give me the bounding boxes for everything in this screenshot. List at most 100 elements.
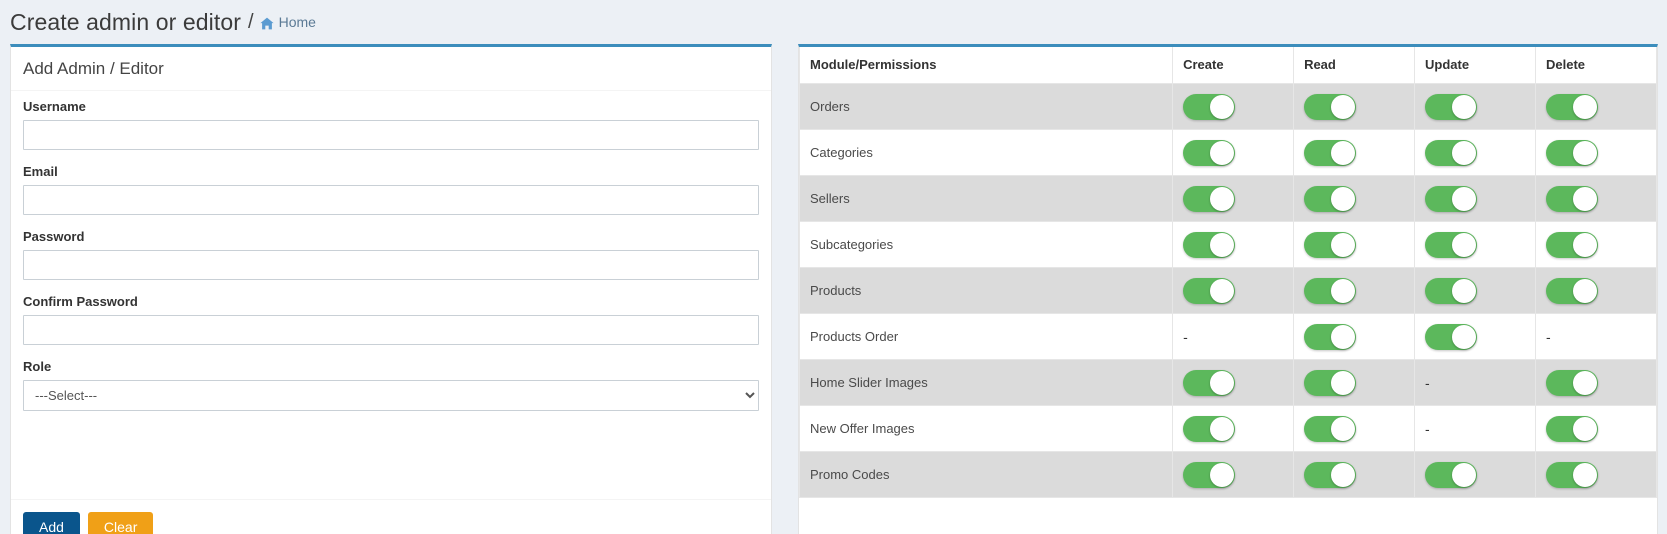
password-input[interactable] [23,250,759,280]
toggle-switch-read-on[interactable] [1304,369,1357,396]
module-name-cell: New Offer Images [798,405,1174,452]
toggle-switch-create-on[interactable] [1183,277,1236,304]
toggle-switch-update-on[interactable] [1425,139,1478,166]
table-row: Products Order - - [798,313,1657,360]
toggle-knob [1331,462,1356,487]
permission-cell-read[interactable] [1293,175,1416,222]
permission-cell-read[interactable] [1293,267,1416,314]
role-select[interactable]: ---Select--- [23,380,759,411]
toggle-switch-read-on[interactable] [1304,231,1357,258]
toggle-switch-update-on[interactable] [1425,231,1478,258]
permissions-panel: Module/Permissions Create Read Update De… [798,44,1658,534]
permission-cell-read[interactable] [1293,359,1416,406]
toggle-switch-delete-on[interactable] [1546,415,1598,442]
table-row: Subcategories [798,221,1657,268]
module-name-cell: Subcategories [798,221,1174,268]
toggle-knob [1573,232,1597,257]
permission-cell-update[interactable] [1414,221,1536,268]
permission-unavailable-dash: - [1546,328,1551,345]
permission-cell-read[interactable] [1293,83,1416,130]
permission-cell-read[interactable] [1293,221,1416,268]
breadcrumb-home-link[interactable]: Home [260,14,316,30]
permission-cell-create[interactable] [1172,451,1295,498]
toggle-switch-create-on[interactable] [1183,139,1236,166]
permission-cell-create[interactable] [1172,175,1295,222]
toggle-switch-delete-on[interactable] [1546,93,1598,120]
role-label: Role [23,359,52,374]
permission-cell-update[interactable] [1414,267,1536,314]
toggle-switch-create-on[interactable] [1183,369,1236,396]
toggle-knob [1210,462,1235,487]
home-icon [260,17,274,30]
toggle-switch-update-on[interactable] [1425,93,1478,120]
toggle-switch-update-on[interactable] [1425,461,1478,488]
toggle-switch-delete-on[interactable] [1546,461,1598,488]
permission-cell-update[interactable] [1414,129,1536,176]
module-name-cell: Home Slider Images [798,359,1174,406]
toggle-switch-create-on[interactable] [1183,185,1236,212]
toggle-switch-create-on[interactable] [1183,461,1236,488]
toggle-knob [1573,140,1597,165]
permission-cell-create[interactable] [1172,129,1295,176]
add-button[interactable]: Add [23,512,80,534]
username-input[interactable] [23,120,759,150]
table-header-row: Module/Permissions Create Read Update De… [798,47,1657,84]
permission-cell-update[interactable] [1414,313,1536,360]
toggle-knob [1210,94,1235,119]
add-admin-editor-panel: Add Admin / Editor Username Email Passwo… [10,44,772,534]
permissions-table-body: Orders Categories Sellers Subcategories Prod… [798,83,1657,498]
permission-cell-update[interactable] [1414,451,1536,498]
permission-cell-read[interactable] [1293,405,1416,452]
confirm-password-input[interactable] [23,315,759,345]
permission-cell-update[interactable] [1414,83,1536,130]
breadcrumb-separator: / [248,10,254,33]
toggle-switch-update-on[interactable] [1425,277,1478,304]
toggle-switch-read-on[interactable] [1304,323,1357,350]
toggle-knob [1331,186,1356,211]
permission-cell-read[interactable] [1293,313,1416,360]
toggle-switch-read-on[interactable] [1304,139,1357,166]
toggle-switch-update-on[interactable] [1425,185,1478,212]
toggle-knob [1331,370,1356,395]
permission-unavailable-dash: - [1425,420,1430,437]
permission-cell-create[interactable] [1172,83,1295,130]
permission-cell-create[interactable] [1172,221,1295,268]
toggle-knob [1210,370,1235,395]
permission-cell-create[interactable] [1172,405,1295,452]
toggle-switch-delete-on[interactable] [1546,277,1598,304]
panel-header: Add Admin / Editor [11,47,771,91]
permission-cell-delete: - [1535,313,1657,360]
permission-cell-update[interactable] [1414,175,1536,222]
email-input[interactable] [23,185,759,215]
toggle-knob [1331,232,1356,257]
toggle-knob [1452,186,1477,211]
toggle-switch-delete-on[interactable] [1546,231,1598,258]
toggle-switch-read-on[interactable] [1304,277,1357,304]
toggle-switch-create-on[interactable] [1183,231,1236,258]
permission-cell-delete[interactable] [1535,359,1657,406]
permission-cell-delete[interactable] [1535,405,1657,452]
clear-button[interactable]: Clear [87,512,154,534]
permission-cell-create[interactable] [1172,267,1295,314]
toggle-switch-create-on[interactable] [1183,93,1236,120]
toggle-switch-read-on[interactable] [1304,185,1357,212]
permission-cell-delete[interactable] [1535,175,1657,222]
permission-cell-create[interactable] [1172,359,1295,406]
toggle-switch-read-on[interactable] [1304,461,1357,488]
table-row: Sellers [798,175,1657,222]
toggle-switch-read-on[interactable] [1304,415,1357,442]
permission-cell-delete[interactable] [1535,129,1657,176]
toggle-switch-update-on[interactable] [1425,323,1478,350]
toggle-switch-read-on[interactable] [1304,93,1357,120]
toggle-switch-delete-on[interactable] [1546,185,1598,212]
permission-unavailable-dash: - [1425,374,1430,391]
permission-cell-delete[interactable] [1535,267,1657,314]
permission-cell-delete[interactable] [1535,451,1657,498]
permission-cell-read[interactable] [1293,451,1416,498]
permission-cell-read[interactable] [1293,129,1416,176]
permission-cell-delete[interactable] [1535,83,1657,130]
toggle-switch-delete-on[interactable] [1546,139,1598,166]
toggle-switch-create-on[interactable] [1183,415,1236,442]
permission-cell-delete[interactable] [1535,221,1657,268]
toggle-switch-delete-on[interactable] [1546,369,1598,396]
